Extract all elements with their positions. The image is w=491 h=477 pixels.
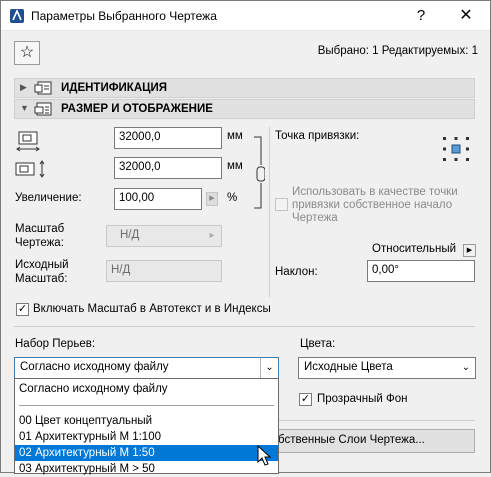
close-button[interactable]: ✕ [451, 5, 481, 27]
list-item[interactable]: Согласно исходному файлу [15, 381, 278, 397]
pen-set-dropdown-list: Согласно исходному файлу 00 Цвет концепт… [14, 378, 279, 477]
section-size-display-label: РАЗМЕР И ОТОБРАЖЕНИЕ [61, 103, 213, 115]
list-item-highlighted[interactable]: 02 Архитектурный М 1:50 [15, 445, 278, 461]
relative-label: Относительный [372, 243, 457, 255]
help-button[interactable]: ? [406, 5, 436, 27]
list-item[interactable]: 01 Архитектурный М 1:100 [15, 429, 278, 445]
height-input[interactable]: 32000,0 [114, 157, 222, 179]
section-size-display[interactable]: ▼ РАЗМЕР И ОТОБРАЖЕНИЕ [14, 99, 475, 119]
use-origin-label-2: привязки собственное начало [292, 199, 453, 211]
original-scale-value: Н/Д [106, 260, 222, 282]
zoom-input[interactable]: 100,00 [114, 188, 202, 210]
chevron-down-icon: ⌄ [461, 362, 471, 373]
height-unit: мм [227, 160, 243, 172]
transparent-bg-label: Прозрачный Фон [317, 393, 408, 405]
width-input[interactable]: 32000,0 [114, 127, 222, 149]
chain-link-icon[interactable] [253, 135, 265, 210]
column-divider [269, 127, 270, 297]
transparent-bg-checkbox[interactable]: ✓ [299, 393, 312, 406]
expand-arrow-icon: ▶ [20, 82, 27, 92]
zoom-stepper-icon[interactable]: ▶ [206, 192, 218, 206]
use-origin-checkbox[interactable] [275, 198, 288, 211]
drawing-settings-dialog: Параметры Выбранного Чертежа ? ✕ ☆ Выбра… [0, 0, 491, 477]
anchor-label: Точка привязки: [275, 130, 360, 142]
layers-button-label: бственные Слои Чертежа... [278, 434, 425, 446]
autotext-label: Включать Масштаб в Автотекст и в Индексы [33, 303, 271, 315]
collapse-arrow-icon: ▼ [20, 103, 29, 113]
drawing-scale-label-2: Чертежа: [15, 237, 64, 249]
pen-set-select[interactable]: Согласно исходному файлу ⌄ [14, 357, 279, 379]
use-origin-label-3: Чертежа [292, 212, 338, 224]
autotext-checkbox[interactable]: ✓ [16, 303, 29, 316]
list-item[interactable]: 00 Цвет концептуальный [15, 413, 278, 429]
drawing-scale-select: Н/Д ▸ [106, 225, 222, 247]
width-icon [16, 131, 40, 152]
colors-select[interactable]: Исходные Цвета ⌄ [298, 357, 476, 379]
colors-label: Цвета: [300, 338, 336, 350]
dropdown-arrow-icon: ▸ [209, 230, 215, 241]
section-identification[interactable]: ▶ ИДЕНТИФИКАЦИЯ [14, 78, 475, 98]
rotation-input[interactable]: 0,00° [367, 260, 475, 282]
original-scale-label-1: Исходный [15, 259, 69, 271]
separator [279, 420, 475, 421]
list-divider [19, 405, 274, 406]
height-icon [15, 160, 45, 178]
identification-icon [34, 81, 52, 95]
size-display-icon [34, 102, 52, 116]
section-identification-label: ИДЕНТИФИКАЦИЯ [61, 82, 168, 94]
layers-button[interactable]: бственные Слои Чертежа... [271, 429, 475, 453]
relative-arrow-icon[interactable]: ▶ [463, 244, 476, 257]
window-title: Параметры Выбранного Чертежа [31, 9, 217, 23]
drawing-scale-label-1: Масштаб [15, 223, 65, 235]
list-item[interactable]: 03 Архитектурный М > 50 [15, 461, 278, 477]
selection-info: Выбрано: 1 Редактируемых: 1 [317, 45, 478, 57]
chevron-down-icon: ⌄ [260, 358, 278, 378]
pen-set-value: Согласно исходному файлу [20, 361, 169, 373]
colors-value: Исходные Цвета [304, 361, 393, 373]
favorites-star-button[interactable]: ☆ [14, 41, 40, 65]
drawing-scale-value: Н/Д [120, 229, 140, 241]
zoom-unit: % [227, 192, 238, 204]
app-icon [10, 9, 24, 23]
title-bar: Параметры Выбранного Чертежа ? ✕ [1, 1, 490, 31]
width-unit: мм [227, 130, 243, 142]
use-origin-label-1: Использовать в качестве точки [292, 186, 458, 198]
original-scale-label-2: Масштаб: [15, 273, 68, 285]
rotation-label: Наклон: [275, 266, 318, 278]
zoom-label: Увеличение: [15, 192, 82, 204]
anchor-point-icon[interactable] [442, 136, 470, 162]
pen-set-label: Набор Перьев: [15, 338, 96, 350]
separator [14, 326, 475, 327]
mouse-cursor-icon [257, 445, 272, 466]
